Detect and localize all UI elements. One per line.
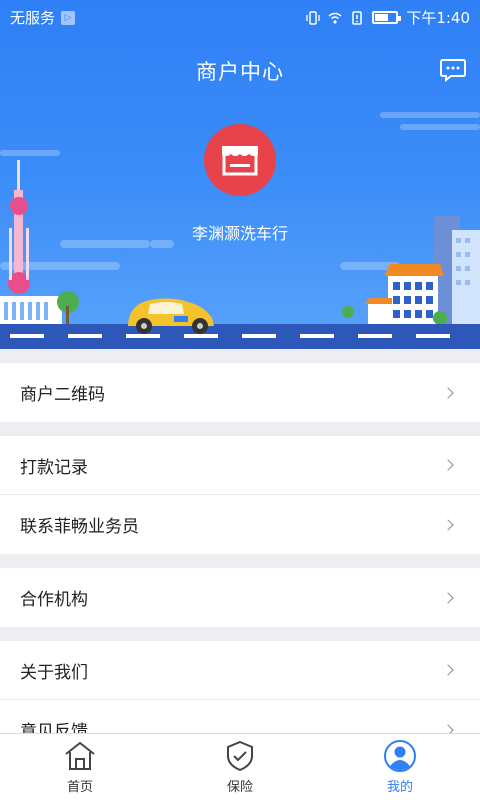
menu-item-label: 商户二维码: [20, 385, 105, 405]
tab-home[interactable]: 首页: [0, 734, 160, 800]
menu-item-about-us[interactable]: 关于我们: [0, 641, 480, 700]
menu-list: 商户二维码 打款记录 联系菲畅业务员 合作机构 关于我们 意见反馈: [0, 349, 480, 759]
wifi-icon: [328, 12, 342, 24]
user-icon: [384, 740, 416, 772]
menu-item-contact-salesperson[interactable]: 联系菲畅业务员: [0, 495, 480, 554]
chat-bubble-icon[interactable]: [440, 58, 466, 82]
merchant-header: 无服务 ▷ 下午1:40 商户中心 李渊灏洗车行: [0, 0, 480, 349]
merchant-avatar[interactable]: [204, 124, 276, 196]
chevron-right-icon: [442, 459, 454, 471]
notification-icon: ▷: [61, 10, 76, 25]
menu-item-payment-records[interactable]: 打款记录: [0, 436, 480, 495]
clock-text: 下午1:40: [406, 9, 470, 27]
menu-group: 合作机构: [0, 568, 480, 627]
menu-item-partner-institutions[interactable]: 合作机构: [0, 568, 480, 627]
tab-label: 保险: [226, 780, 253, 795]
tab-mine[interactable]: 我的: [320, 734, 480, 800]
chevron-right-icon: [442, 591, 454, 604]
vibrate-icon: [306, 10, 320, 25]
tab-label: 首页: [66, 780, 93, 795]
chevron-right-icon: [442, 518, 454, 531]
carrier-text: 无服务: [10, 9, 56, 27]
storefront-icon: [222, 146, 258, 176]
menu-item-label: 关于我们: [20, 662, 88, 683]
merchant-name: 李渊灏洗车行: [191, 224, 288, 243]
menu-item-label: 合作机构: [20, 590, 88, 610]
shield-check-icon: [227, 740, 253, 772]
menu-group: 打款记录 联系菲畅业务员: [0, 436, 480, 554]
menu-item-merchant-qrcode[interactable]: 商户二维码: [0, 363, 480, 422]
menu-item-label: 联系菲畅业务员: [20, 517, 139, 537]
menu-item-label: 打款记录: [20, 457, 88, 478]
tab-label: 我的: [386, 780, 413, 795]
chevron-right-icon: [442, 664, 454, 676]
battery-icon: [372, 11, 402, 24]
menu-group: 商户二维码: [0, 363, 480, 422]
chevron-right-icon: [442, 386, 454, 399]
tab-insurance[interactable]: 保险: [160, 734, 320, 800]
home-icon: [65, 741, 95, 770]
sim-alert-icon: [352, 10, 363, 25]
page-title: 商户中心: [196, 60, 284, 84]
bottom-tab-bar: 首页 保险 我的: [0, 733, 480, 800]
status-bar: 无服务 ▷ 下午1:40: [0, 0, 480, 34]
